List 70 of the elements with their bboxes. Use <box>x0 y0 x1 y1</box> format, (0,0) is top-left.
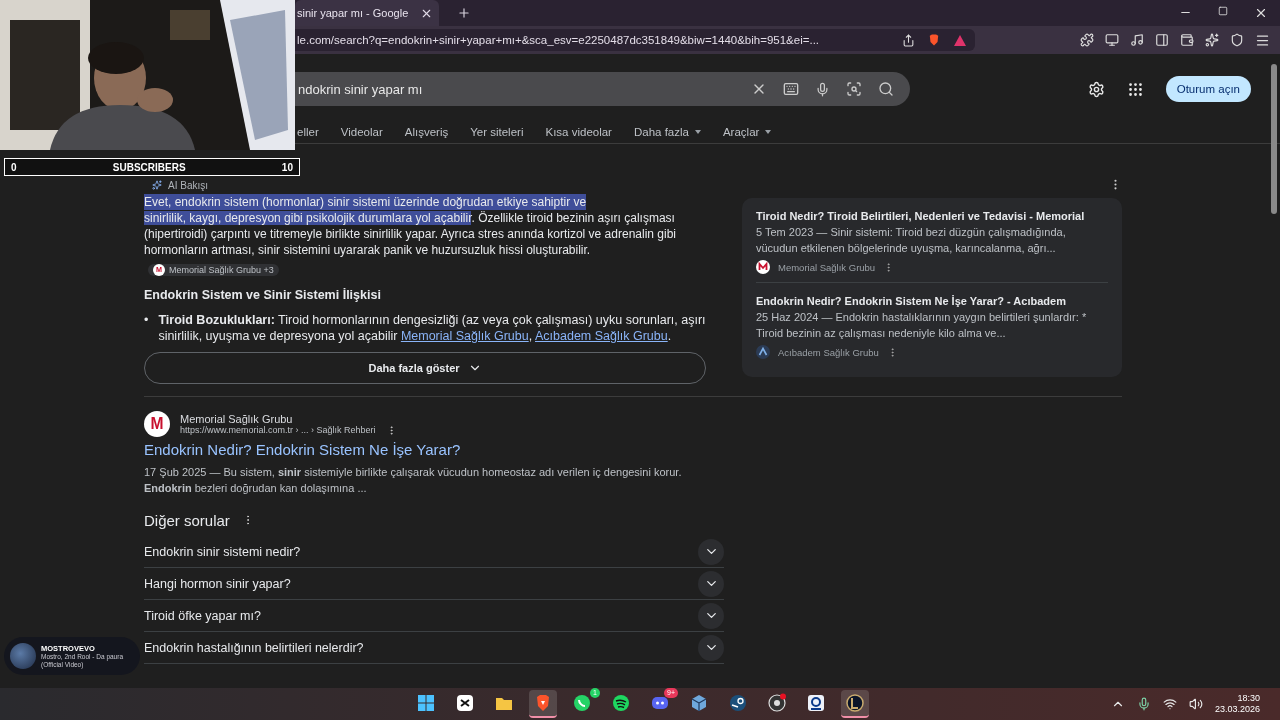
section-label: AI Bakışı <box>168 179 208 191</box>
scrollbar-thumb[interactable] <box>1271 64 1277 214</box>
sparkle-icon[interactable] <box>1205 32 1219 47</box>
music-note-icon[interactable] <box>1130 32 1144 47</box>
new-tab-icon[interactable] <box>457 6 471 20</box>
source-entry[interactable]: Endokrin Nedir? Endokrin Sistem Ne İşe Yarar? - Acıbadem 25 Haz 2024 — Endokrin hastalıklarının yaygın belirtileri şunlardır: * Tiroid bezinin az çalışması nedeniyle kilo alma ve... Acıbadem Sağlık Grubu <box>756 291 1108 367</box>
share-icon[interactable] <box>902 33 915 47</box>
settings-icon[interactable] <box>1087 80 1105 98</box>
steam-icon[interactable] <box>728 693 748 713</box>
volume-icon[interactable] <box>1188 697 1203 711</box>
shield-icon[interactable] <box>1230 32 1244 47</box>
question-row[interactable]: Endokrin hastalığının belirtileri nelerdir? <box>144 632 724 664</box>
cube-icon[interactable] <box>689 693 709 713</box>
filter-tab[interactable]: Yer siteleri <box>470 120 524 143</box>
site-logo-icon <box>756 345 770 359</box>
menu-icon[interactable] <box>1255 32 1270 48</box>
microphone-icon[interactable] <box>1136 697 1151 711</box>
browser-tab[interactable]: sinir yapar mı - Google <box>295 0 439 26</box>
clock[interactable]: 18:30 23.03.2026 <box>1214 693 1274 715</box>
camera-search-icon[interactable] <box>846 81 862 97</box>
album-art <box>10 643 36 669</box>
site-logo-icon: M <box>144 411 170 437</box>
apps-grid-icon[interactable] <box>1126 80 1144 98</box>
bullet-text: Tiroid Bozuklukları: Tiroid hormonlarının dengesizliği (az veya çok çalışması) uyku sorunları, aşırı sinirlilik, uyuşma ve depresyona yol açabilir Memorial Sağlık Grubu, Acıbadem Sağlık Grubu. <box>158 312 706 344</box>
maximize-icon[interactable] <box>1218 6 1228 16</box>
expand-icon[interactable] <box>698 538 724 565</box>
puzzle-icon[interactable] <box>1080 32 1094 47</box>
result-snippet: 17 Şub 2025 — Bu sistem, sinir sistemiyle birlikte çalışarak vücudun homeostaz adı verilen iç dengesini korur. Endokrin bezleri doğrudan kan dolaşımına ... <box>144 465 683 496</box>
source-link[interactable]: Acıbadem Sağlık Grubu <box>535 329 668 343</box>
question-row[interactable]: Hangi hormon sinir yapar? <box>144 568 724 600</box>
record-icon[interactable] <box>767 693 787 713</box>
music-circle-icon[interactable] <box>611 693 631 713</box>
microphone-icon[interactable] <box>815 81 830 97</box>
filter-tab[interactable]: Araçlar <box>722 120 772 143</box>
source-link[interactable]: Memorial Sağlık Grubu <box>400 329 529 343</box>
close-icon[interactable] <box>1254 6 1268 20</box>
sidebar-icon[interactable] <box>1155 32 1169 47</box>
filter-tab[interactable]: eller <box>297 120 319 143</box>
expand-icon[interactable] <box>698 634 724 661</box>
site-url: https://www.memorial.com.tr › ... › Sağlık Rehberi <box>180 425 376 435</box>
keyboard-icon[interactable] <box>783 81 799 97</box>
site-logo-icon <box>756 260 770 274</box>
section-heading: Endokrin Sistem ve Sinir Sistemi İlişkisi <box>144 288 382 302</box>
expand-icon[interactable] <box>698 602 724 629</box>
site-name: Memorial Sağlık Grubu <box>180 412 294 425</box>
webcam-icon[interactable] <box>806 693 826 713</box>
wallet-icon[interactable] <box>1180 32 1194 47</box>
address-bar[interactable]: le.com/search?q=endokrin+sinir+yapar+mı+&sca_esv=e2250487dc351849&biw=1440&bih=951&ei=... <box>295 29 975 51</box>
chat-bubble-icon[interactable] <box>572 693 592 713</box>
result-title-link[interactable]: Endokrin Nedir? Endokrin Sistem Ne İşe Yarar? <box>144 441 724 458</box>
question-row[interactable]: Endokrin sinir sistemi nedir? <box>144 536 724 568</box>
filter-tab[interactable]: Kısa videolar <box>545 120 612 143</box>
triangle-icon[interactable] <box>953 33 967 47</box>
expand-icon[interactable] <box>698 570 724 597</box>
sparkle-icon <box>152 180 162 190</box>
network-icon[interactable] <box>1162 697 1177 711</box>
source-entry[interactable]: Tiroid Nedir? Tiroid Belirtileri, Nedenleri ve Tedavisi - Memorial 5 Tem 2023 — Sinir sistemi: Tiroid bezi düzgün çalışmadığında, vücudun etkilenen bölgelerinde uyuşma, karıncalanma, ağrı... Memorial Sağlık Grubu <box>756 206 1108 283</box>
filter-tab[interactable]: Videolar <box>340 120 383 143</box>
search-icon[interactable] <box>878 81 894 97</box>
section-heading: Diğer sorular <box>144 511 230 529</box>
question-row[interactable]: Tiroid öfke yapar mı? <box>144 600 724 632</box>
sign-in-button[interactable]: Oturum açın <box>1165 76 1251 102</box>
lion-shield-icon[interactable] <box>927 33 941 47</box>
subscriber-goal-bar: 0 SUBSCRIBERS 10 <box>4 158 300 176</box>
scissors-app-icon[interactable] <box>455 693 475 713</box>
bullet-marker: • <box>144 312 149 329</box>
windows-icon[interactable] <box>416 693 436 713</box>
shield-crest-icon[interactable] <box>845 693 865 713</box>
filter-tab[interactable]: Daha fazla <box>633 120 701 143</box>
filter-tab[interactable]: Alışveriş <box>404 120 449 143</box>
